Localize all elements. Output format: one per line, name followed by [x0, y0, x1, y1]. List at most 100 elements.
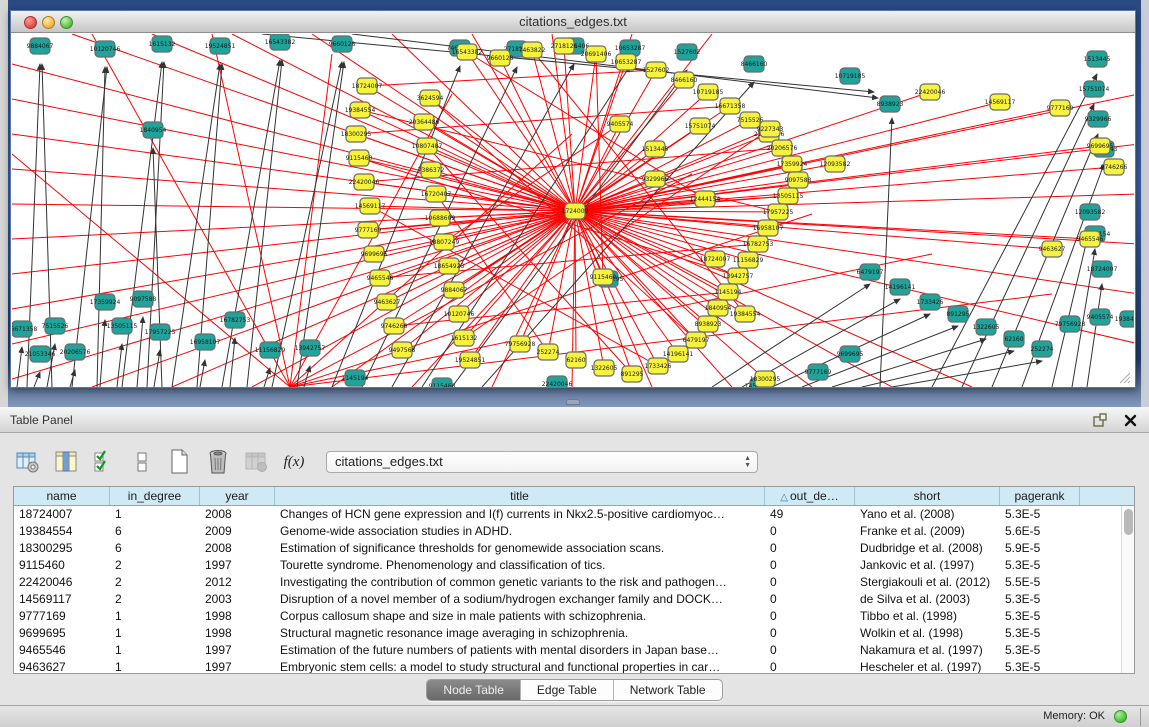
column-header-year[interactable]: year	[200, 487, 275, 505]
graph-node[interactable]: 22420046	[915, 84, 946, 100]
graph-node[interactable]: 9115460	[346, 150, 373, 166]
graph-node[interactable]: 17359924	[90, 294, 121, 310]
delete-table-icon[interactable]	[242, 448, 270, 476]
graph-node[interactable]: 13942757	[295, 340, 326, 356]
graph-node[interactable]: 13505115	[773, 188, 804, 204]
table-row[interactable]: 969969511998Structural magnetic resonanc…	[14, 625, 1121, 642]
merge-rows-icon[interactable]	[128, 448, 156, 476]
graph-node[interactable]: 9660128	[329, 36, 356, 52]
graph-node[interactable]: 20206576	[60, 344, 91, 360]
column-header-title[interactable]: title	[275, 487, 765, 505]
graph-node[interactable]: 1513445	[1084, 51, 1111, 67]
column-header-pagerank[interactable]: pagerank	[1000, 487, 1080, 505]
column-header-short[interactable]: short	[855, 487, 1000, 505]
graph-node[interactable]: 1322605	[591, 360, 618, 376]
window-resize-grip-icon[interactable]	[1115, 368, 1131, 384]
graph-node[interactable]: 9777169	[805, 364, 832, 380]
graph-node[interactable]: 9660128	[487, 50, 514, 66]
graph-node[interactable]: 8466160	[671, 72, 698, 88]
graph-node[interactable]: 19384554	[1115, 311, 1134, 327]
graph-node[interactable]: 1527602	[643, 62, 670, 78]
graph-node[interactable]: 9699695	[361, 246, 388, 262]
graph-node[interactable]: 252274	[1031, 341, 1054, 357]
network-view-window[interactable]: citations_edges.txt 9884067 10120746 16151…	[10, 10, 1136, 388]
graph-node[interactable]: 1145194	[342, 370, 369, 386]
table-row[interactable]: 1938455462009Genome-wide association stu…	[14, 523, 1121, 540]
graph-node[interactable]: 9777169	[1047, 100, 1074, 116]
graph-node[interactable]: 9699695	[1087, 138, 1114, 154]
graph-node[interactable]: 9699695	[837, 346, 864, 362]
graph-node[interactable]: 9329966	[642, 171, 669, 187]
graph-node[interactable]: 10120746	[444, 306, 475, 322]
graph-node[interactable]: 8466160	[741, 56, 768, 72]
graph-node[interactable]: 9463627	[1039, 241, 1066, 257]
graph-node[interactable]: 9884067	[27, 38, 54, 54]
graph-node[interactable]: 15751074	[1079, 81, 1110, 97]
graph-node[interactable]: 9097588	[130, 291, 157, 307]
tab-edge-table[interactable]: Edge Table	[521, 680, 614, 700]
graph-node[interactable]: 1733426	[645, 358, 672, 374]
graph-node[interactable]: 9777169	[355, 222, 382, 238]
table-row[interactable]: 946362711997Embryonic stem cells: a mode…	[14, 659, 1121, 673]
column-visibility-icon[interactable]	[52, 448, 80, 476]
graph-node[interactable]: 16958107	[190, 334, 221, 350]
graph-node[interactable]: 1527602	[674, 44, 701, 60]
table-row[interactable]: 1456911722003Disruption of a novel membe…	[14, 591, 1121, 608]
graph-node[interactable]: 9465546	[1077, 231, 1104, 247]
graph-node[interactable]: 8938923	[695, 316, 722, 332]
graph-node[interactable]: 6479197	[857, 264, 884, 280]
graph-node[interactable]: 2718126	[551, 38, 578, 54]
table-scrollbar[interactable]	[1121, 506, 1134, 673]
graph-node[interactable]: 9405574	[607, 116, 634, 132]
float-window-icon[interactable]	[1091, 411, 1109, 429]
graph-node[interactable]: 1724009	[562, 203, 589, 219]
graph-node[interactable]: 7386372	[418, 162, 445, 178]
graph-node[interactable]: 19524851	[455, 352, 486, 368]
graph-node[interactable]: 18724007	[352, 78, 383, 94]
graph-node[interactable]: 9329966	[1085, 111, 1112, 127]
table-options-icon[interactable]	[14, 448, 42, 476]
graph-node[interactable]: 1733426	[917, 294, 944, 310]
table-row[interactable]: 911546021997Tourette syndrome. Phenomeno…	[14, 557, 1121, 574]
graph-node[interactable]: 62160	[1004, 331, 1024, 347]
graph-node[interactable]: 16782753	[743, 236, 774, 252]
graph-node[interactable]: 18300295	[341, 126, 372, 142]
graph-node[interactable]: 9884067	[441, 282, 468, 298]
graph-node[interactable]: 3624594	[417, 90, 444, 106]
graph-node[interactable]: 6479197	[683, 332, 710, 348]
new-file-icon[interactable]	[166, 448, 194, 476]
graph-node[interactable]: 18724007	[1087, 261, 1118, 277]
graph-node[interactable]: 1615132	[451, 330, 478, 346]
graph-node[interactable]: 13942757	[723, 268, 754, 284]
graph-node[interactable]: 1513445	[642, 141, 669, 157]
graph-node[interactable]: 19384554	[730, 306, 761, 322]
tab-node-table[interactable]: Node Table	[427, 680, 521, 700]
network-window-titlebar[interactable]: citations_edges.txt	[11, 11, 1135, 33]
graph-node[interactable]: 22420046	[542, 376, 573, 387]
graph-node[interactable]: 16671358	[715, 98, 746, 114]
table-row[interactable]: 1872400712008Changes of HCN gene express…	[14, 506, 1121, 523]
table-scrollbar-thumb[interactable]	[1124, 509, 1133, 535]
graph-node[interactable]: 891295	[947, 306, 970, 322]
graph-node[interactable]: 14569117	[985, 94, 1016, 110]
citation-network-graph[interactable]: 9884067101207461615132195248511654338296…	[12, 34, 1134, 387]
graph-node[interactable]: 9463627	[374, 294, 401, 310]
row-select-icon[interactable]	[90, 448, 118, 476]
graph-node[interactable]: 22420046	[349, 174, 380, 190]
graph-node[interactable]: 252274	[537, 344, 560, 360]
graph-node[interactable]: 16782753	[220, 312, 251, 328]
graph-node[interactable]: 1840954	[140, 122, 167, 138]
column-header-in_degree[interactable]: in_degree	[110, 487, 200, 505]
network-canvas[interactable]: 9884067101207461615132195248511654338296…	[12, 34, 1134, 387]
graph-node[interactable]: 19524851	[205, 38, 236, 54]
graph-node[interactable]: 62160	[566, 352, 586, 368]
graph-node[interactable]: 16671358	[12, 321, 37, 337]
delete-icon[interactable]	[204, 448, 232, 476]
graph-node[interactable]: 17957225	[763, 204, 794, 220]
table-row[interactable]: 2242004622012Investigating the contribut…	[14, 574, 1121, 591]
column-header-out_de[interactable]: △out_de…	[765, 487, 855, 505]
table-row[interactable]: 946554611997Estimation of the future num…	[14, 642, 1121, 659]
graph-node[interactable]: 9746266	[381, 318, 408, 334]
graph-node[interactable]: 8938923	[877, 96, 904, 112]
table-row[interactable]: 977716911998Corpus callosum shape and si…	[14, 608, 1121, 625]
